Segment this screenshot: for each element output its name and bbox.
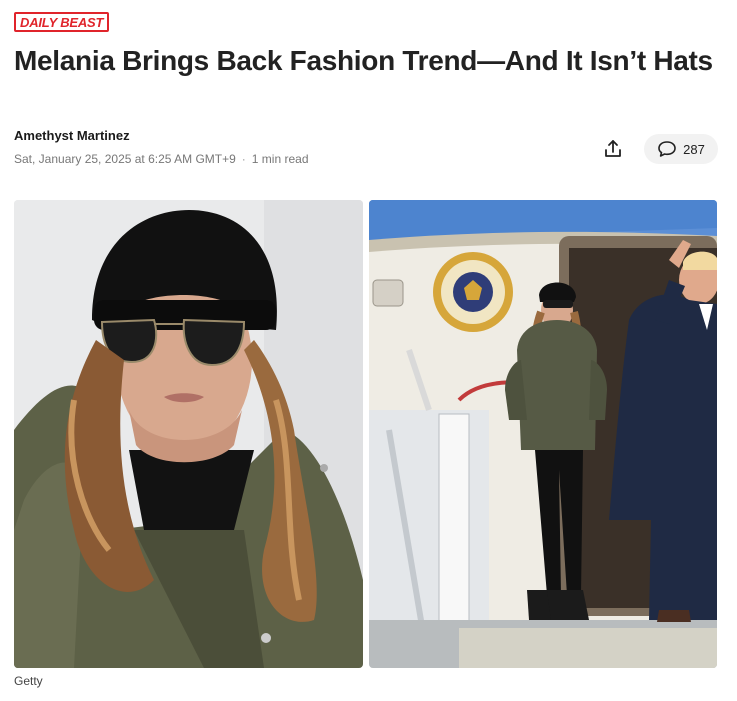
share-button[interactable] xyxy=(596,134,630,164)
photo-closeup[interactable] xyxy=(14,200,363,668)
article-page: DAILY BEAST Melania Brings Back Fashion … xyxy=(0,0,737,701)
comment-icon xyxy=(658,141,676,157)
read-time: 1 min read xyxy=(251,152,309,166)
meta-separator: · xyxy=(241,152,246,166)
publish-date: Sat, January 25, 2025 at 6:25 AM GMT+9 xyxy=(14,152,236,166)
author-name[interactable]: Amethyst Martinez xyxy=(14,128,130,143)
closeup-illustration xyxy=(14,200,363,668)
article-photos xyxy=(14,200,717,668)
aircraft-scene-illustration xyxy=(369,200,717,668)
photo-air-force-one[interactable] xyxy=(369,200,717,668)
photo-caption: Getty xyxy=(14,674,43,688)
article-meta: Sat, January 25, 2025 at 6:25 AM GMT+9 ·… xyxy=(14,152,309,166)
share-icon xyxy=(605,140,621,157)
article-headline: Melania Brings Back Fashion Trend—And It… xyxy=(14,45,713,76)
comments-button[interactable]: 287 xyxy=(644,134,718,164)
daily-beast-logo[interactable]: DAILY BEAST xyxy=(14,12,110,32)
comment-count: 287 xyxy=(683,141,705,157)
